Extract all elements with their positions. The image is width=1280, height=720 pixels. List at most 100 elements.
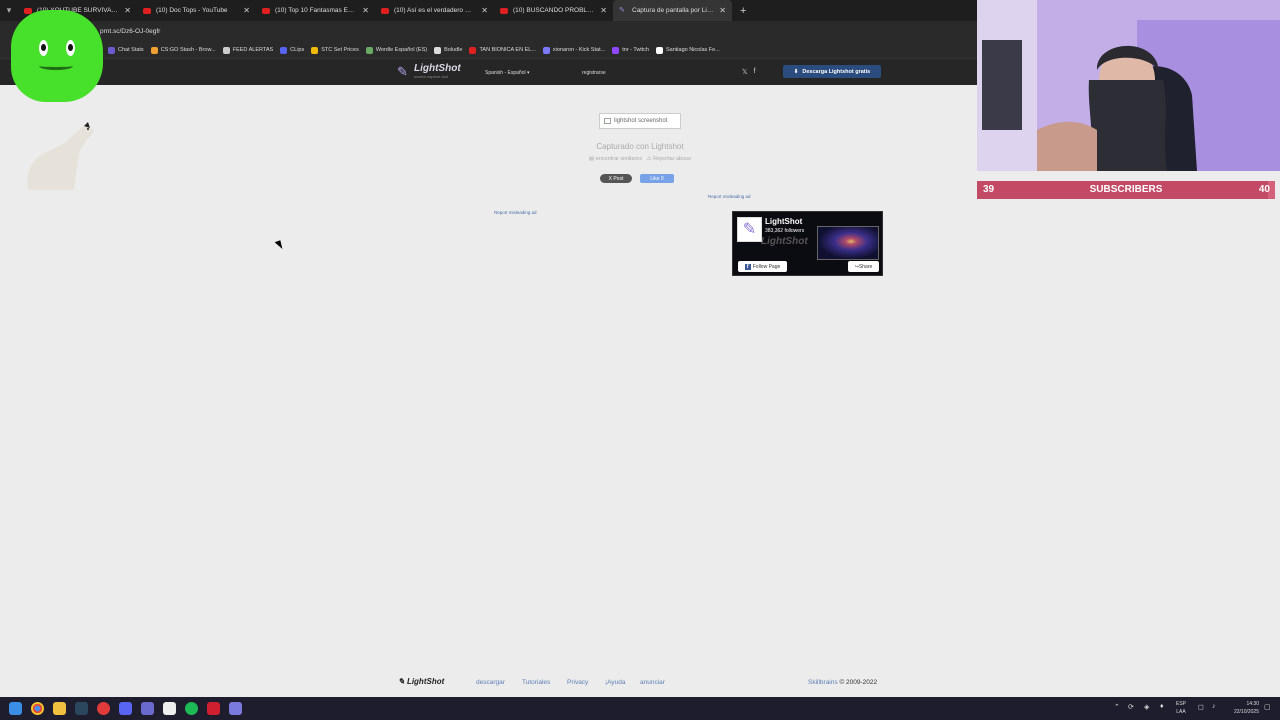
close-tab-icon[interactable]: ✕ — [719, 6, 726, 15]
page-avatar[interactable]: ✎ — [737, 217, 762, 242]
lightshot-icon: ✎ — [619, 6, 625, 14]
browser-tab[interactable]: (10) BUSCANDO PROBLEMAS ✕ — [494, 0, 613, 21]
bookmark-label: xionaron - Kick Stat... — [552, 47, 606, 53]
new-tab-button[interactable]: + — [740, 5, 746, 17]
follow-page-button[interactable]: f Follow Page — [738, 261, 787, 272]
browser-tab[interactable]: (10) Así es el verdadero mundo ✕ — [375, 0, 494, 21]
chrome-icon[interactable] — [31, 702, 44, 715]
bookmark-label: Chat Stats — [118, 47, 144, 53]
bookmark-favicon-icon — [434, 46, 442, 54]
tray-app-icon-2[interactable]: ◈ — [1144, 703, 1149, 711]
facebook-page-widget[interactable]: LightShot ✎ LightShot 383,362 followers … — [732, 211, 883, 276]
bookmark-item[interactable]: CLips — [280, 46, 305, 54]
report-abuse-link[interactable]: ⚠ Reportar abuso — [647, 156, 691, 162]
bookmark-item[interactable]: STC Set Prices — [311, 46, 359, 54]
footer-link-download[interactable]: descargar — [476, 679, 505, 686]
bookmark-item[interactable]: Boludle — [434, 46, 462, 54]
bookmark-label: CLips — [290, 47, 305, 53]
browser-tab[interactable]: (10) Doc Tops - YouTube ✕ — [137, 0, 256, 21]
bookmark-label: CS:GO Stash - Brow... — [160, 47, 216, 53]
green-mascot-overlay — [11, 10, 103, 102]
bookmark-favicon-icon — [612, 46, 620, 54]
tray-chevron-icon[interactable]: ⌃ — [1114, 703, 1120, 711]
bookmark-item[interactable]: xionaron - Kick Stat... — [542, 46, 606, 54]
bookmark-item[interactable]: FEED ALERTAS — [222, 46, 273, 54]
clock[interactable]: 14:30 22/10/2025 — [1229, 700, 1259, 716]
bookmarks-bar: Chat Stats CS:GO Stash - Brow... FEED ALER… — [0, 42, 977, 58]
facebook-icon[interactable]: f — [754, 68, 756, 76]
tiktok-icon[interactable] — [163, 702, 176, 715]
close-tab-icon[interactable]: ✕ — [243, 6, 250, 15]
tab-title: (10) BUSCANDO PROBLEMAS — [513, 7, 595, 14]
report-ad-link-left[interactable]: Report misleading ad — [494, 210, 537, 215]
mouse-cursor — [274, 240, 284, 251]
tab-bar: ▾ (10) YOUTUBE SURVIVAL GAMES✕(10) Doc T… — [0, 0, 977, 21]
cover-image — [817, 226, 879, 260]
page-name[interactable]: LightShot — [765, 217, 802, 226]
download-icon: ⬇ — [793, 68, 799, 75]
register-link[interactable]: registrarse — [582, 70, 606, 76]
bookmark-item[interactable]: tnr - Twitch — [612, 46, 649, 54]
footer-link-tutorials[interactable]: Tutoriales — [522, 679, 550, 686]
report-ad-link-right[interactable]: Report misleading ad — [708, 194, 751, 199]
tab-title: (10) Así es el verdadero mundo — [394, 7, 477, 14]
bookmark-item[interactable]: Chat Stats — [108, 46, 144, 54]
bookmark-favicon-icon — [222, 46, 230, 54]
footer-logo[interactable]: ✎ LightShot — [398, 677, 444, 686]
share-button[interactable]: ↪ Share — [848, 261, 879, 272]
windows-start-icon[interactable] — [9, 702, 22, 715]
settings-app-icon[interactable] — [229, 702, 242, 715]
subscriber-goal: 40 — [1258, 184, 1270, 195]
youtube-icon — [143, 7, 151, 14]
bookmark-favicon-icon — [108, 46, 115, 54]
browser-tab[interactable]: (10) Top 10 Fantasmas ESCALOFRIANTES ✕ — [256, 0, 375, 21]
copyright: Skillbrains © 2009-2022 — [808, 679, 878, 686]
youtube-icon — [24, 7, 32, 14]
bookmark-label: tnr - Twitch — [622, 47, 649, 53]
bookmark-item[interactable]: Wordle Español (ES) — [365, 46, 427, 54]
steam-icon[interactable] — [75, 702, 88, 715]
like-button[interactable]: Like 0 — [640, 174, 674, 183]
social-links: 𝕏 f — [742, 68, 756, 76]
close-tab-icon[interactable]: ✕ — [600, 6, 607, 15]
calendar-app-icon[interactable] — [207, 702, 220, 715]
volume-icon[interactable]: ♪ — [1212, 703, 1216, 710]
obs-icon[interactable] — [97, 702, 110, 715]
bookmark-item[interactable]: CS:GO Stash - Brow... — [150, 46, 216, 54]
tray-app-icon[interactable]: ⟳ — [1128, 703, 1134, 711]
broken-image-icon — [604, 118, 611, 124]
address-bar[interactable]: prnt.sc/Dz6-OJ-0egfr — [0, 21, 977, 42]
lightshot-logo[interactable]: ✎ LightShot screen capture tool — [397, 63, 461, 80]
browser-tab[interactable]: ✎ Captura de pantalla por Lightshot ✕ — [613, 0, 732, 21]
language-select[interactable]: Spanish - Español ▾ — [485, 70, 530, 76]
footer-link-help[interactable]: ¡Ayuda — [605, 679, 625, 686]
bookmark-item[interactable]: Santiago Nicolas Fe... — [655, 46, 720, 54]
notifications-icon[interactable]: ▢ — [1264, 703, 1271, 711]
youtube-icon — [262, 7, 270, 14]
tray-mic-icon[interactable]: ♦ — [1160, 703, 1164, 710]
bookmark-favicon-icon — [365, 46, 373, 54]
download-button[interactable]: ⬇ Descarga Lightshot gratis — [783, 65, 881, 78]
tab-list-icon[interactable]: ▾ — [0, 5, 18, 16]
screenshot-image[interactable]: lightshot screenshot — [599, 113, 681, 129]
close-tab-icon[interactable]: ✕ — [481, 6, 488, 15]
spotify-icon[interactable] — [185, 702, 198, 715]
file-explorer-icon[interactable] — [53, 702, 66, 715]
youtube-icon — [500, 7, 508, 14]
wifi-icon[interactable]: ◻ — [1198, 703, 1204, 711]
image-actions: ▤ encontrar similares ⚠ Reportar abuso — [540, 156, 740, 162]
close-tab-icon[interactable]: ✕ — [362, 6, 369, 15]
post-button[interactable]: X Post — [600, 174, 632, 183]
twitter-icon[interactable]: 𝕏 — [742, 68, 748, 76]
footer-link-advertise[interactable]: anunciar — [640, 679, 665, 686]
close-tab-icon[interactable]: ✕ — [124, 6, 131, 15]
bookmark-item[interactable]: TAN BIONICA EN EL... — [469, 46, 536, 54]
app-icon[interactable] — [141, 702, 154, 715]
keyboard-language[interactable]: ESP LAA — [1176, 700, 1186, 716]
discord-icon[interactable] — [119, 702, 132, 715]
footer-link-privacy[interactable]: Privacy — [567, 679, 588, 686]
find-similar-link[interactable]: ▤ encontrar similares — [589, 156, 642, 162]
feather-icon: ✎ — [397, 63, 408, 79]
youtube-icon — [381, 7, 389, 14]
url-text[interactable]: prnt.sc/Dz6-OJ-0egfr — [100, 28, 160, 35]
